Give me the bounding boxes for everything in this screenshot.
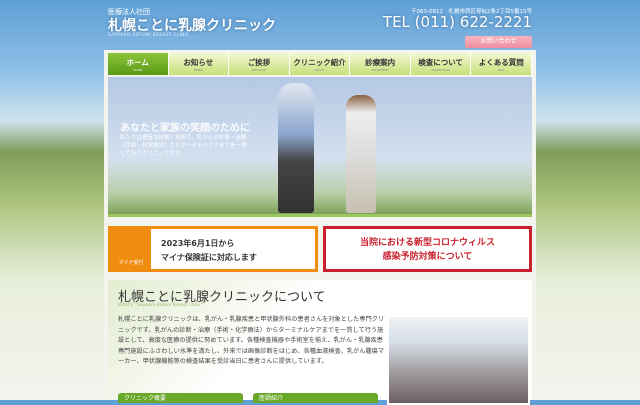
hero-person-man (278, 83, 314, 213)
nav-label: ホーム (126, 58, 149, 67)
hero-catchphrase: あなたと家族の笑顔のために (120, 123, 250, 134)
hero-person-woman (346, 95, 376, 213)
header-button[interactable]: お問い合わせ (465, 36, 532, 48)
nav-inspection[interactable]: 検査について INSPECTION (410, 53, 472, 75)
nav-label: 診療案内 (365, 58, 396, 67)
nav-label: ご挨拶 (247, 58, 271, 67)
nav-label: お知らせ (183, 58, 214, 67)
nav-sub: HOME (133, 68, 143, 72)
nav-faq[interactable]: よくある質問 Q&A (471, 53, 533, 75)
nav-sub: TREATMENT (371, 68, 390, 72)
covid-line2: 感染予防対策について (382, 252, 473, 262)
covid-banner[interactable]: 当院における新型コロナウィルス 感染予防対策について (323, 226, 532, 272)
about-body: 札幌ことに乳腺クリニックは、乳がん・乳腺疾患と甲状腺外科の患者さんを対象とした専… (118, 316, 385, 365)
nav-sub: INSPECTION (431, 68, 450, 72)
nav-label: クリニック紹介 (293, 58, 346, 67)
main-nav: ホーム HOME お知らせ NEWS ご挨拶 MESSAGE クリニック紹介 ABOUT… (108, 53, 533, 75)
nav-sub: NEWS (193, 68, 203, 72)
site-subtitle: SAPPORO-KOTONI BREAST CLINIC (108, 32, 190, 37)
nav-sub: Q&A (497, 68, 505, 72)
tab-doctors[interactable]: 医師紹介 (253, 393, 378, 403)
nav-sub: ABOUT (314, 68, 325, 72)
about-subtitle: What's "Sapporo-Kotoni Breast Clinic" (118, 303, 203, 308)
nav-about[interactable]: クリニック紹介 ABOUT (289, 53, 351, 75)
nav-sub: MESSAGE (251, 68, 267, 72)
hero-text: 私たちは豊富な経験と技術で、乳がんの診断・治療（手術・化学療法）からターミナルケ… (120, 135, 247, 157)
covid-line1: 当院における新型コロナウィルス (359, 238, 495, 248)
nav-message[interactable]: ご挨拶 MESSAGE (229, 53, 290, 75)
mynumber-line1: 2023年6月1日から (161, 239, 235, 248)
phone-number: TEL (011) 622-2221 (382, 13, 532, 31)
mynumber-line2: マイナ保険証に対応します (161, 253, 257, 262)
mynumber-banner[interactable]: マイナ受付 2023年6月1日からマイナ保険証に対応します (108, 226, 318, 272)
about-section: 札幌ことに乳腺クリニックについて What's "Sapporo-Kotoni … (108, 280, 532, 405)
nav-treatment[interactable]: 診療案内 TREATMENT (350, 53, 411, 75)
tab-clinic-overview[interactable]: クリニック概要 (118, 393, 243, 403)
nav-news[interactable]: お知らせ NEWS (168, 53, 230, 75)
clinic-building-photo (387, 315, 530, 405)
hero-banner: あなたと家族の笑顔のために 私たちは豊富な経験と技術で、乳がんの診断・治療（手術… (108, 77, 532, 217)
nav-home[interactable]: ホーム HOME (108, 53, 169, 75)
nav-label: 検査について (418, 58, 464, 67)
nav-label: よくある質問 (478, 58, 524, 67)
mynumber-card-icon: マイナ受付 (111, 229, 151, 269)
